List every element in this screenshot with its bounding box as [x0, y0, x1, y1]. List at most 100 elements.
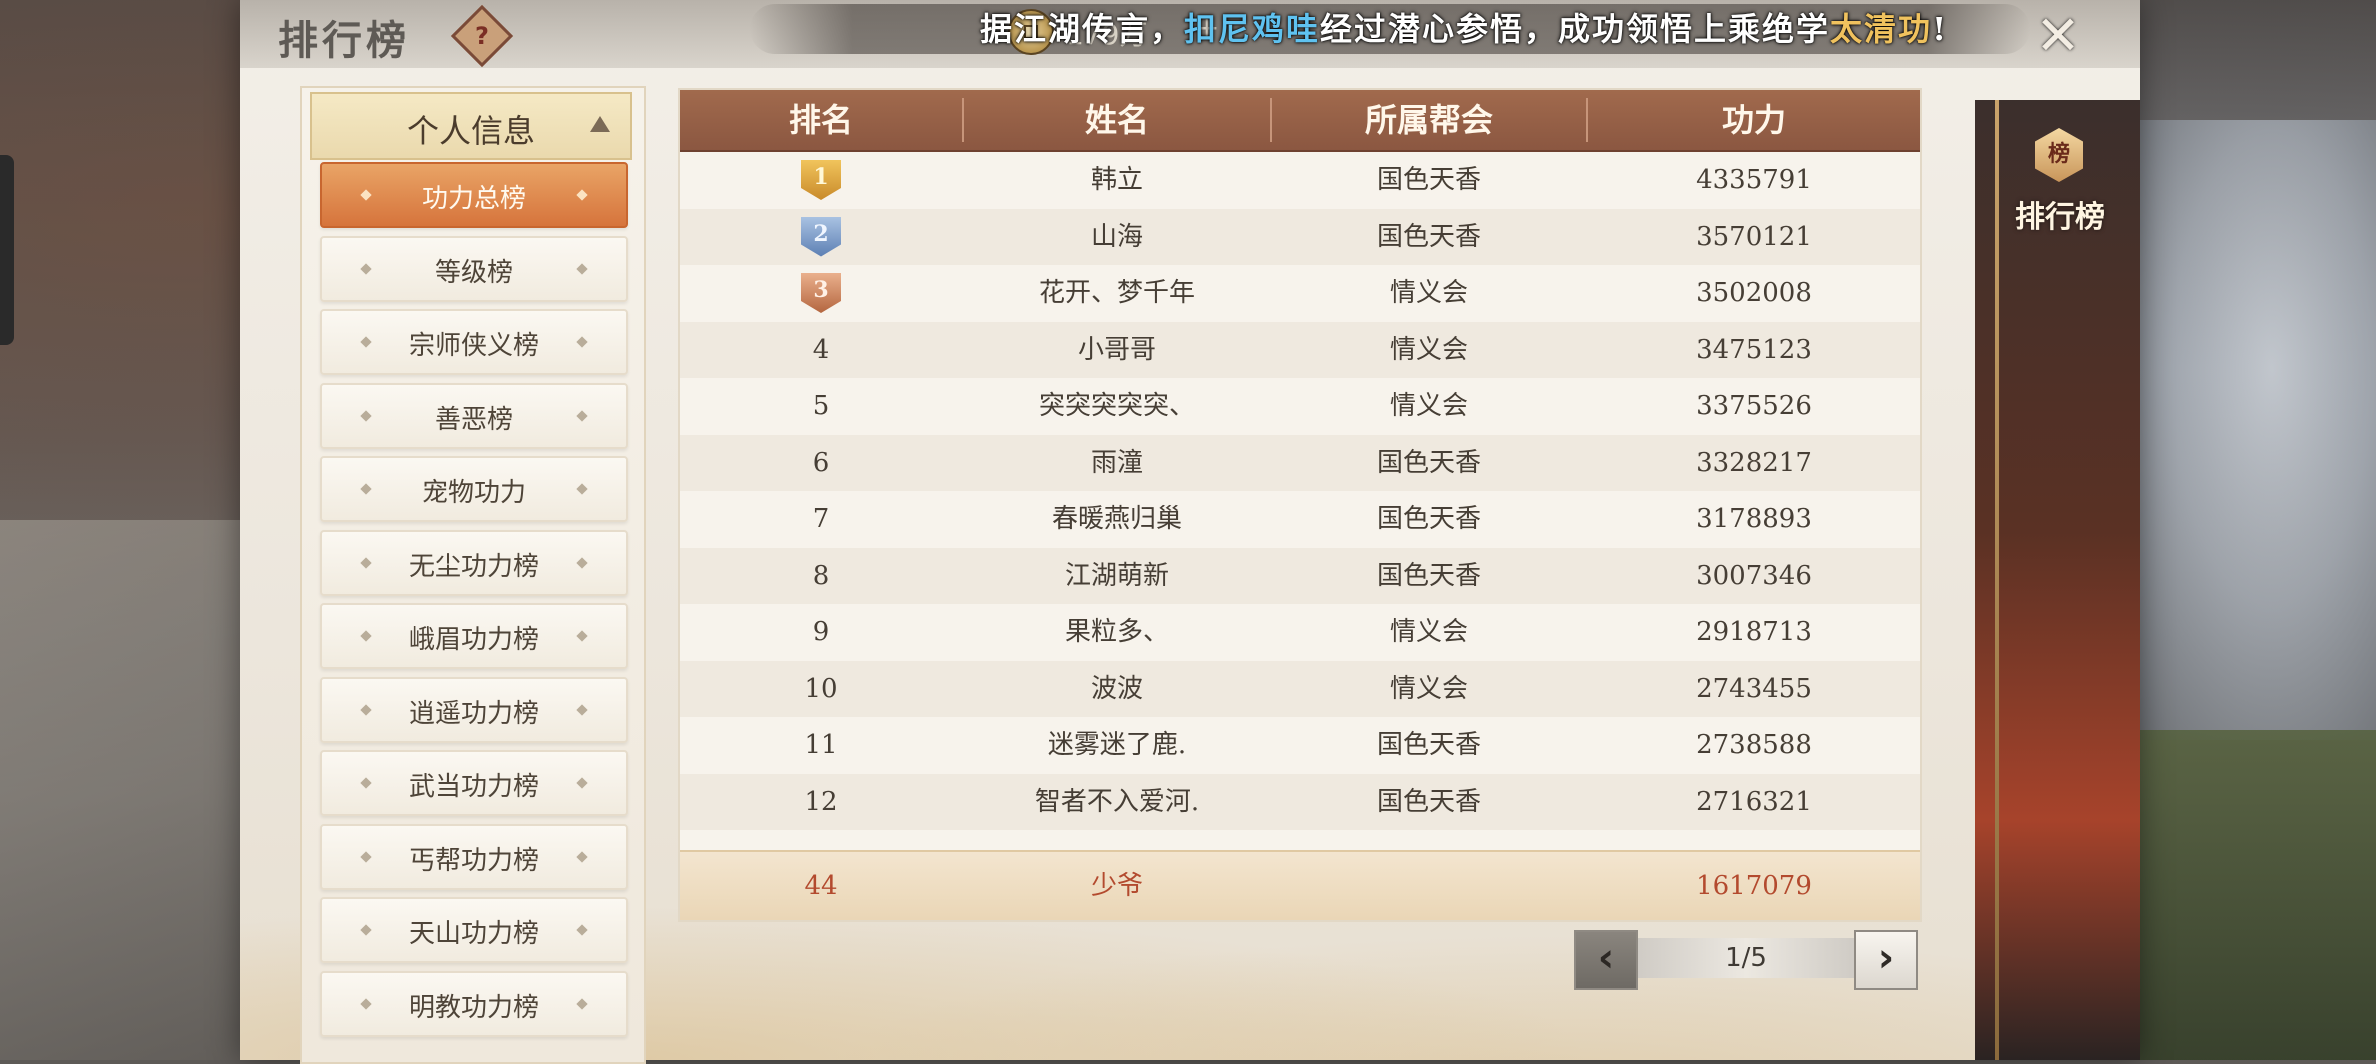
- guild-cell: 国色天香: [1376, 730, 1481, 760]
- rank-cell: 9: [812, 617, 830, 647]
- category-header-label: 个人信息: [406, 112, 535, 150]
- rank-medal-icon: 2: [801, 216, 841, 257]
- name-cell: 果粒多、: [1064, 617, 1169, 647]
- power-cell: 3475123: [1696, 334, 1812, 365]
- name-cell: 江湖萌新: [1064, 560, 1169, 591]
- rank-cell: 8: [812, 560, 830, 591]
- notice-player-name: 扣尼鸡哇: [1184, 10, 1321, 48]
- category-item[interactable]: 善恶榜: [320, 382, 628, 449]
- pagination: 1/5 ‹ ›: [1574, 930, 1918, 990]
- power-cell: 2743455: [1696, 673, 1812, 704]
- category-item[interactable]: 丐帮功力榜: [320, 823, 628, 890]
- category-list: 个人信息 功力总榜等级榜宗师侠义榜善恶榜宠物功力无尘功力榜峨眉功力榜逍遥功力榜武…: [300, 86, 646, 1064]
- category-item[interactable]: 等级榜: [320, 235, 628, 302]
- table-header: 排名 姓名 所属帮会 功力: [680, 90, 1920, 152]
- power-cell: 3328217: [1696, 447, 1812, 478]
- table-row[interactable]: 2 山海 国色天香 3570121: [680, 208, 1920, 265]
- category-item[interactable]: 天山功力榜: [320, 897, 628, 963]
- rank-cell: 2: [680, 209, 962, 265]
- notice-prefix: 据江湖传言，: [980, 10, 1185, 48]
- category-item[interactable]: 无尘功力榜: [320, 529, 628, 596]
- table-row[interactable]: 6 雨潼 国色天香 3328217: [680, 434, 1920, 491]
- tab-leaderboard[interactable]: 榜 排行榜: [1985, 120, 2135, 270]
- name-cell: 山海: [1090, 221, 1143, 252]
- name-cell: 花开、梦千年: [1038, 278, 1195, 308]
- table-row[interactable]: 4 小哥哥 情义会 3475123: [680, 321, 1920, 378]
- power-cell: 3375526: [1696, 391, 1812, 421]
- power-cell: 2716321: [1696, 786, 1812, 817]
- rank-medal-icon: 3: [801, 273, 841, 313]
- guild-cell: 情义会: [1389, 278, 1468, 308]
- guild-cell: 情义会: [1389, 334, 1468, 365]
- table-row[interactable]: 9 果粒多、 情义会 2918713: [680, 604, 1920, 660]
- category-item[interactable]: 峨眉功力榜: [320, 603, 628, 669]
- guild-cell: 国色天香: [1376, 504, 1481, 534]
- table-row[interactable]: 12 智者不入爱河. 国色天香 2716321: [680, 773, 1920, 830]
- close-button[interactable]: ✕: [2030, 8, 2086, 64]
- category-item[interactable]: 功力总榜: [320, 162, 628, 228]
- rank-cell: 4: [812, 334, 830, 365]
- table-row[interactable]: 1 韩立 国色天香 4335791: [680, 152, 1920, 208]
- guild-cell: 情义会: [1389, 673, 1468, 704]
- header-power: 功力: [1721, 101, 1786, 139]
- self-power: 1617079: [1696, 871, 1812, 901]
- rank-medal-icon: 1: [801, 160, 841, 200]
- background-statue-right: [2116, 120, 2376, 740]
- guild-cell: 国色天香: [1376, 165, 1481, 195]
- header-name: 姓名: [1084, 101, 1149, 139]
- rank-cell: 7: [812, 504, 830, 534]
- self-name: 少爷: [1090, 871, 1143, 901]
- name-cell: 迷雾迷了鹿.: [1047, 730, 1187, 760]
- self-rank: 44: [804, 871, 838, 901]
- category-item[interactable]: 宗师侠义榜: [320, 309, 628, 375]
- header-rank: 排名: [788, 101, 853, 139]
- table-row[interactable]: 11 迷雾迷了鹿. 国色天香 2738588: [680, 717, 1920, 773]
- edge-handle[interactable]: [0, 155, 14, 345]
- table-row[interactable]: 8 江湖萌新 国色天香 3007346: [680, 547, 1920, 604]
- background-grass-right: [2116, 730, 2376, 1060]
- power-cell: 2738588: [1696, 730, 1812, 760]
- header-guild: 所属帮会: [1364, 101, 1493, 139]
- guild-cell: 情义会: [1389, 391, 1468, 421]
- rank-cell: 1: [680, 152, 962, 208]
- category-item[interactable]: 武当功力榜: [320, 750, 628, 816]
- rank-cell: 5: [812, 391, 830, 421]
- next-page-button[interactable]: ›: [1854, 930, 1918, 990]
- power-cell: 3570121: [1696, 221, 1812, 252]
- collapse-icon: [590, 116, 610, 132]
- name-cell: 韩立: [1090, 165, 1143, 195]
- notice-suffix: !: [1932, 10, 1949, 48]
- name-cell: 波波: [1090, 673, 1143, 704]
- table-row[interactable]: 3 花开、梦千年 情义会 3502008: [680, 265, 1920, 321]
- category-item[interactable]: 明教功力榜: [320, 970, 628, 1037]
- rank-cell: 12: [804, 786, 838, 817]
- rank-cell: 11: [804, 730, 838, 760]
- tab-leaderboard-label: 排行榜: [2015, 200, 2105, 235]
- power-cell: 3007346: [1696, 560, 1812, 591]
- category-item[interactable]: 宠物功力: [320, 456, 628, 522]
- leaderboard-icon: 榜: [2035, 128, 2083, 182]
- name-cell: 春暖燕归巢: [1051, 504, 1182, 534]
- self-guild: [1272, 852, 1586, 920]
- background-stone-left: [0, 520, 240, 1060]
- category-header[interactable]: 个人信息: [310, 92, 632, 160]
- self-rank-row[interactable]: 44 少爷 1617079: [680, 850, 1920, 920]
- guild-cell: 情义会: [1389, 617, 1468, 647]
- name-cell: 雨潼: [1090, 447, 1143, 478]
- category-item[interactable]: 逍遥功力榜: [320, 676, 628, 743]
- rank-cell: 6: [812, 447, 830, 478]
- table-row[interactable]: 5 突突突突突、 情义会 3375526: [680, 378, 1920, 434]
- table-row[interactable]: 7 春暖燕归巢 国色天香 3178893: [680, 491, 1920, 547]
- page-title: 排行榜: [278, 17, 410, 64]
- help-mark: ?: [475, 22, 489, 50]
- table-row[interactable]: 10 波波 情义会 2743455: [680, 660, 1920, 717]
- guild-cell: 国色天香: [1376, 447, 1481, 478]
- notice-middle: 经过潜心参悟，成功领悟上乘绝学: [1320, 10, 1831, 48]
- rank-cell: 10: [804, 673, 838, 704]
- prev-page-button[interactable]: ‹: [1574, 930, 1638, 990]
- power-cell: 2918713: [1696, 617, 1812, 647]
- broadcast-notice: 据江湖传言，扣尼鸡哇经过潜心参悟，成功领悟上乘绝学太清功!: [980, 4, 1948, 50]
- ranking-panel: 排行榜 ? 179万 + 据江湖传言，扣尼鸡哇经过潜心参悟，成功领悟上乘绝学太清…: [240, 0, 2140, 1064]
- name-cell: 小哥哥: [1077, 334, 1156, 365]
- name-cell: 突突突突突、: [1038, 391, 1195, 421]
